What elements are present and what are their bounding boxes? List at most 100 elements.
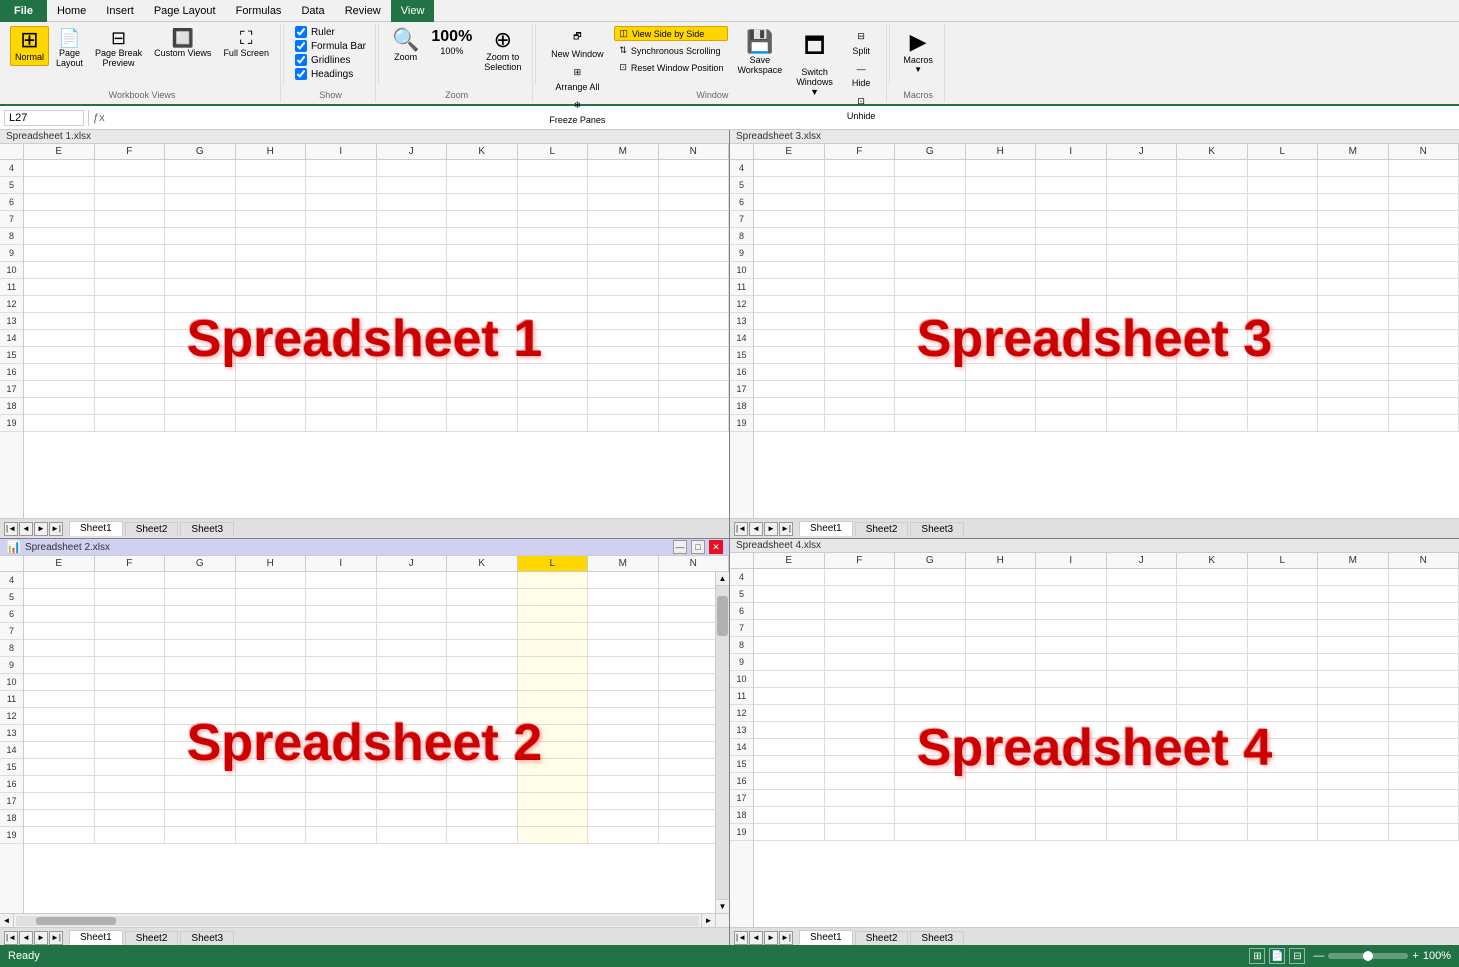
name-box[interactable]	[4, 110, 84, 126]
pane3-sheet2[interactable]: Sheet2	[855, 522, 909, 536]
pane3-nav-last[interactable]: ►|	[779, 522, 793, 536]
zoom-slider[interactable]	[1328, 953, 1408, 959]
menu-data[interactable]: Data	[291, 0, 334, 22]
pane1-row	[24, 330, 729, 347]
pane2-nav-last[interactable]: ►|	[49, 931, 63, 945]
scroll-left-btn[interactable]: ◄	[0, 914, 14, 928]
file-menu[interactable]: File	[0, 0, 47, 22]
zoom-100-icon: 100%	[431, 29, 472, 45]
arrange-all-button[interactable]: ⊞ Arrange All	[544, 64, 610, 95]
menu-insert[interactable]: Insert	[96, 0, 144, 22]
menu-page-layout[interactable]: Page Layout	[144, 0, 226, 22]
new-window-button[interactable]: 🗗 New Window	[544, 26, 610, 62]
headings-checkbox[interactable]: Headings	[295, 68, 366, 80]
pane2-sheet-tabs: |◄ ◄ ► ►| Sheet1 Sheet2 Sheet3	[0, 927, 729, 947]
zoom-label: Zoom	[394, 53, 417, 63]
pane1-sheet3[interactable]: Sheet3	[180, 522, 234, 536]
pane2-close[interactable]: ✕	[709, 540, 723, 554]
menu-view[interactable]: View	[391, 0, 435, 22]
menu-formulas[interactable]: Formulas	[226, 0, 292, 22]
zoom-in-btn[interactable]: +	[1412, 950, 1418, 962]
pane1-nav-first[interactable]: |◄	[4, 522, 18, 536]
pane2-sheet3[interactable]: Sheet3	[180, 931, 234, 945]
scroll-down-btn[interactable]: ▼	[716, 899, 729, 913]
fx-icon[interactable]: ƒx	[93, 112, 105, 124]
page-break-view-btn[interactable]: ⊟	[1289, 948, 1305, 964]
gridlines-check[interactable]	[295, 54, 307, 66]
headings-check[interactable]	[295, 68, 307, 80]
pane2-hscrollbar: ◄ ►	[0, 913, 729, 927]
macros-label: Macros	[903, 55, 933, 65]
switch-windows-button[interactable]: 🗖 SwitchWindows ▼	[791, 26, 838, 100]
macros-button[interactable]: ▶ Macros ▼	[898, 26, 938, 77]
zoom-slider-thumb	[1363, 951, 1373, 961]
menu-home[interactable]: Home	[47, 0, 96, 22]
split-icon: ⊟	[857, 31, 865, 42]
page-layout-button[interactable]: 📄 PageLayout	[51, 26, 88, 72]
pane4-sheet1[interactable]: Sheet1	[799, 930, 853, 945]
formula-bar-checkbox[interactable]: Formula Bar	[295, 40, 366, 52]
switch-windows-arrow: ▼	[810, 87, 819, 97]
ruler-checkbox[interactable]: Ruler	[295, 26, 366, 38]
pane1-nav-last[interactable]: ►|	[49, 522, 63, 536]
hide-button[interactable]: — Hide	[842, 61, 881, 91]
full-screen-button[interactable]: ⛶ Full Screen	[218, 26, 274, 62]
menu-review[interactable]: Review	[335, 0, 391, 22]
split-button[interactable]: ⊟ Split	[842, 28, 881, 59]
pane1-nav-next[interactable]: ►	[34, 522, 48, 536]
pane1-nav-prev[interactable]: ◄	[19, 522, 33, 536]
pane2-vscrollbar[interactable]: ▲ ▼	[715, 572, 729, 913]
pane1-sheet1[interactable]: Sheet1	[69, 521, 123, 536]
pane4-nav-last[interactable]: ►|	[779, 931, 793, 945]
pane1-col-j: J	[377, 144, 448, 159]
normal-view-btn[interactable]: ⊞	[1249, 948, 1265, 964]
pane4-nav-prev[interactable]: ◄	[749, 931, 763, 945]
pane4-cells	[754, 569, 1459, 927]
pane2-minimize[interactable]: —	[673, 540, 687, 554]
split-label: Split	[852, 46, 870, 56]
zoom-out-btn[interactable]: —	[1313, 950, 1324, 962]
scroll-up-btn[interactable]: ▲	[716, 572, 729, 586]
sync-scroll-button[interactable]: ⇅ Synchronous Scrolling	[614, 43, 728, 58]
page-break-button[interactable]: ⊟ Page BreakPreview	[90, 26, 147, 72]
pane2-spacer	[0, 556, 24, 571]
ribbon-group-workbook-views: ⊞ Normal 📄 PageLayout ⊟ Page BreakPrevie…	[4, 24, 281, 102]
pane2-nav-first[interactable]: |◄	[4, 931, 18, 945]
pane1-col-i: I	[306, 144, 377, 159]
pane3-sheet1[interactable]: Sheet1	[799, 521, 853, 536]
zoom-selection-button[interactable]: ⊕ Zoom toSelection	[479, 26, 526, 76]
pane4-sheet3[interactable]: Sheet3	[910, 931, 964, 945]
reset-position-button[interactable]: ⊡ Reset Window Position	[614, 60, 728, 75]
pane2-sheet1[interactable]: Sheet1	[69, 930, 123, 945]
pane2-restore[interactable]: □	[691, 540, 705, 554]
pane2-row-nums: 4 5 6 7 8 9 10 11 12 13 14 15 16 17 18 1…	[0, 572, 24, 913]
pane4-body: 4 5 6 7 8 9 10 11 12 13 14 15 16 17 18 1…	[730, 569, 1459, 927]
zoom-button[interactable]: 🔍 Zoom	[387, 26, 424, 66]
normal-button[interactable]: ⊞ Normal	[10, 26, 49, 66]
formula-bar-check[interactable]	[295, 40, 307, 52]
pane2-nav-prev[interactable]: ◄	[19, 931, 33, 945]
pane1-sheet2[interactable]: Sheet2	[125, 522, 179, 536]
ruler-check[interactable]	[295, 26, 307, 38]
pane3-nav-first[interactable]: |◄	[734, 522, 748, 536]
pane2-sheet2[interactable]: Sheet2	[125, 931, 179, 945]
custom-views-button[interactable]: 🔲 Custom Views	[149, 26, 216, 62]
pane4-nav-first[interactable]: |◄	[734, 931, 748, 945]
pane4-nav-next[interactable]: ►	[764, 931, 778, 945]
pane4-sheet2[interactable]: Sheet2	[855, 931, 909, 945]
pane3-nav-prev[interactable]: ◄	[749, 522, 763, 536]
unhide-button[interactable]: ⊡ Unhide	[842, 93, 881, 124]
pane3-sheet3[interactable]: Sheet3	[910, 522, 964, 536]
pane3-row-nums: 4 5 6 7 8 9 10 11 12 13 14 15 16 17 18 1…	[730, 160, 754, 518]
pane1-row	[24, 381, 729, 398]
page-layout-view-btn[interactable]: 📄	[1269, 948, 1285, 964]
scroll-right-btn[interactable]: ►	[701, 914, 715, 928]
gridlines-checkbox[interactable]: Gridlines	[295, 54, 366, 66]
pane3-nav-next[interactable]: ►	[764, 522, 778, 536]
zoom-100-button[interactable]: 100% 100%	[426, 26, 477, 60]
workbook-views-items: ⊞ Normal 📄 PageLayout ⊟ Page BreakPrevie…	[10, 26, 274, 100]
view-side-by-side-button[interactable]: ◫ View Side by Side	[614, 26, 728, 41]
save-workspace-button[interactable]: 💾 SaveWorkspace	[732, 26, 787, 78]
pane2-nav-next[interactable]: ►	[34, 931, 48, 945]
pane4-titlebar: Spreadsheet 4.xlsx	[730, 539, 1459, 553]
